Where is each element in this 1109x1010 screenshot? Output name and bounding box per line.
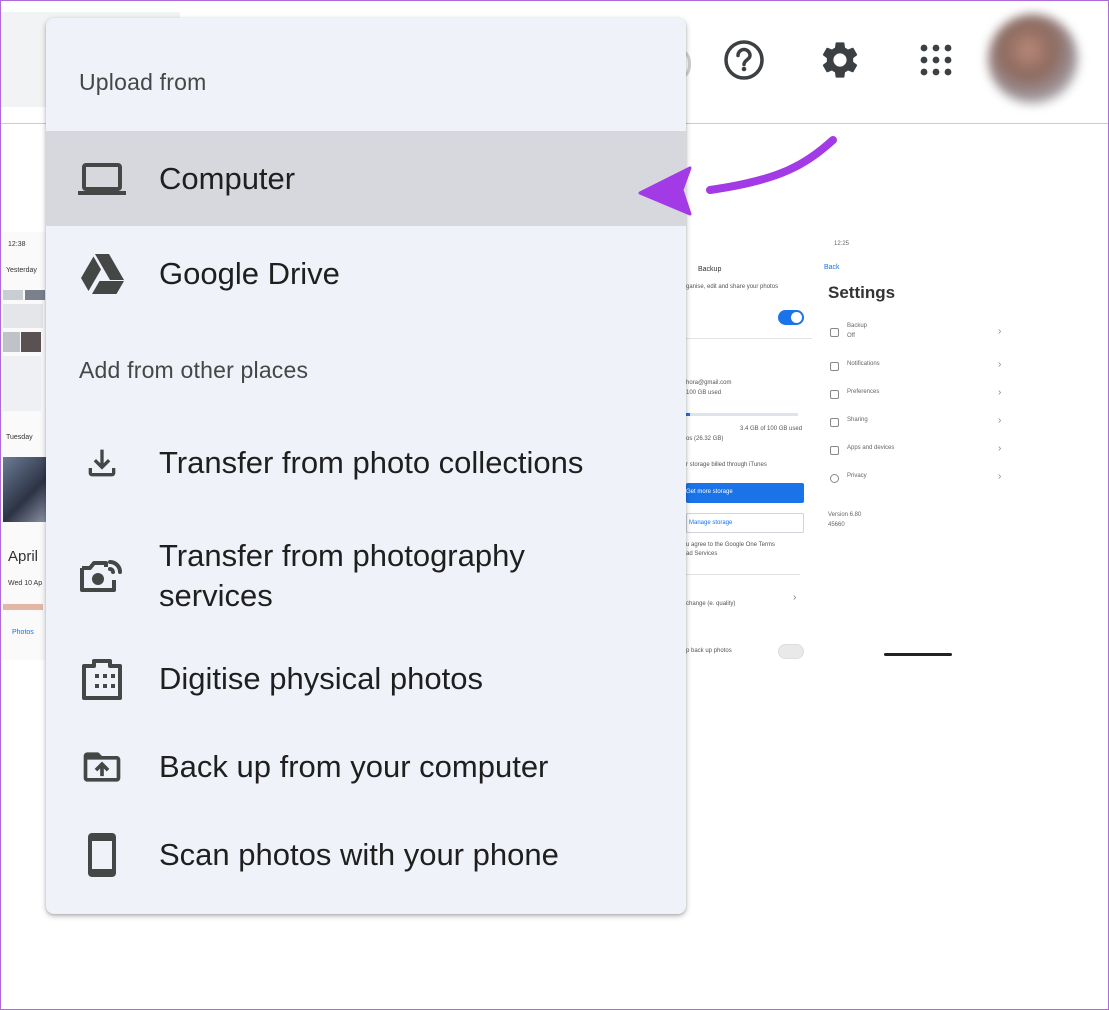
bg-left-date: Wed 10 Ap <box>8 580 43 587</box>
apps-grid-icon[interactable] <box>911 35 961 85</box>
bg-backup-buy-button: Get more storage <box>686 483 804 503</box>
bg-left-april: April <box>8 548 39 565</box>
avatar[interactable] <box>988 14 1078 104</box>
bg-left-yesterday: Yesterday <box>6 267 37 274</box>
bg-divider <box>686 574 800 575</box>
bg-backup-quality: change (e. quality) <box>686 601 736 607</box>
menu-item-label: Transfer from photo collections <box>159 445 584 480</box>
bg-photo <box>3 457 46 522</box>
menu-item-label: Google Drive <box>159 255 340 291</box>
bg-chevron-icon: › <box>998 443 1002 454</box>
bg-backup-storage-other: os (26.32 GB) <box>686 436 724 442</box>
menu-item-label-line2: services <box>159 578 273 613</box>
bg-backup-terms: u agree to the Google One Terms <box>686 542 775 548</box>
bg-backup-progress <box>686 413 798 416</box>
upload-from-heading: Upload from <box>79 69 207 95</box>
bg-settings-row-sub: Off <box>847 333 855 339</box>
bg-settings-row: Apps and devices <box>847 445 895 451</box>
bg-thumb <box>21 332 41 352</box>
bg-thumb <box>25 290 45 300</box>
bg-manage-label: Manage storage <box>689 520 733 526</box>
bg-apps-icon <box>830 446 839 455</box>
bg-backup-storage-used: 100 GB used <box>686 390 722 396</box>
bg-settings-version: Version 6.80 <box>828 512 862 518</box>
bg-left-tab: Photos <box>12 629 34 636</box>
bg-bell-icon <box>830 362 839 371</box>
other-places-heading: Add from other places <box>79 357 309 383</box>
laptop-icon <box>78 155 126 203</box>
smartphone-icon <box>78 831 126 879</box>
upload-menu: Upload from Computer Google Drive Add fr… <box>46 18 686 914</box>
google-drive-icon <box>78 250 126 298</box>
download-icon <box>78 439 126 487</box>
bg-backup-title: Backup <box>698 266 722 273</box>
bg-privacy-icon <box>830 474 839 483</box>
bg-backup-itunes: r storage billed through iTunes <box>686 462 767 468</box>
bg-thumb <box>3 290 23 300</box>
bg-backup-account: hora@gmail.com <box>686 380 732 386</box>
bg-thumb <box>3 332 20 352</box>
bg-sharing-icon <box>830 418 839 427</box>
bg-settings-title: Settings <box>828 283 896 302</box>
bg-chevron-icon: › <box>998 415 1002 426</box>
bg-settings-back: Back <box>824 264 840 271</box>
bg-divider <box>686 338 812 339</box>
background-backup-screenshot: Backup ganise, edit and share your photo… <box>686 232 812 672</box>
background-phone-screenshot-left: 12:38 Yesterday Tuesday April Wed 10 Ap … <box>0 232 46 660</box>
bg-thumb <box>3 356 41 411</box>
bg-backup-toggle-off <box>778 644 804 659</box>
menu-item-transfer-photo-collections[interactable]: Transfer from photo collections <box>46 418 686 508</box>
settings-gear-icon[interactable] <box>815 35 865 85</box>
bg-settings-time: 12:25 <box>834 241 850 247</box>
bg-buy-label: Get more storage <box>686 489 733 495</box>
menu-item-digitise-physical-photos[interactable]: Digitise physical photos <box>46 634 686 724</box>
help-icon[interactable] <box>719 35 769 85</box>
menu-item-back-up-computer[interactable]: Back up from your computer <box>46 722 686 812</box>
bg-chevron-icon: › <box>998 387 1002 398</box>
bg-left-time: 12:38 <box>8 241 26 248</box>
menu-item-computer[interactable]: Computer <box>46 131 686 226</box>
bg-chevron-icon: › <box>998 326 1002 337</box>
background-settings-screenshot: 12:25 Back Settings Backup Off › Notific… <box>820 232 1012 672</box>
bg-thumb <box>3 604 43 610</box>
bg-chevron-icon: › <box>793 592 797 603</box>
menu-item-scan-with-phone[interactable]: Scan photos with your phone <box>46 810 686 900</box>
bg-chevron-icon: › <box>998 359 1002 370</box>
menu-item-label-line1: Transfer from photography <box>159 538 525 573</box>
bg-home-indicator <box>884 653 952 656</box>
bg-backup-subtitle: ganise, edit and share your photos <box>686 284 779 290</box>
menu-item-label: Scan photos with your phone <box>159 837 559 872</box>
menu-item-google-drive[interactable]: Google Drive <box>46 226 686 321</box>
bg-settings-row: Backup <box>847 323 868 329</box>
menu-item-transfer-photography-services[interactable]: Transfer from photography services <box>46 526 686 626</box>
bg-backup-toggle <box>778 310 804 325</box>
bg-backup-cellular: p back up photos <box>686 648 732 654</box>
menu-item-label: Computer <box>159 160 296 196</box>
folder-upload-icon <box>78 743 126 791</box>
bg-prefs-icon <box>830 390 839 399</box>
bg-left-tuesday: Tuesday <box>6 434 33 441</box>
bg-settings-build: 45660 <box>828 522 845 528</box>
bg-backup-row-icon <box>830 328 839 337</box>
bg-backup-terms2: ad Services <box>686 551 718 557</box>
menu-item-label: Back up from your computer <box>159 749 549 784</box>
bg-settings-row: Notifications <box>847 361 880 367</box>
bg-chevron-icon: › <box>998 471 1002 482</box>
bg-settings-row: Sharing <box>847 417 868 423</box>
bg-backup-storage-detail: 3.4 GB of 100 GB used <box>740 426 803 432</box>
annotation-arrow <box>638 136 837 216</box>
bg-settings-row: Privacy <box>847 473 867 479</box>
menu-item-label: Digitise physical photos <box>159 661 483 696</box>
camera-cast-icon <box>78 552 126 600</box>
bg-backup-manage-button: Manage storage <box>686 513 804 533</box>
film-scanner-icon <box>78 655 126 703</box>
bg-thumb <box>3 304 43 328</box>
bg-settings-row: Preferences <box>847 389 880 395</box>
